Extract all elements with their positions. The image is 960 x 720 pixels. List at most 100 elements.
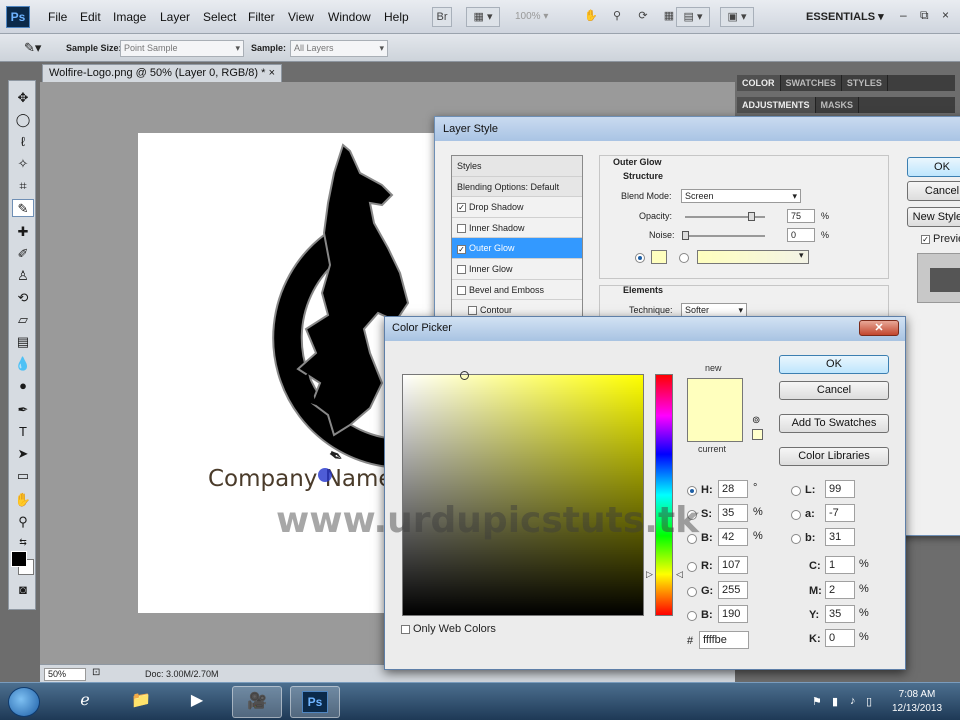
checkbox-icon[interactable]: ✓ [921,234,930,244]
magenta-input[interactable]: 2 [825,581,855,599]
yellow-input[interactable]: 35 [825,605,855,623]
lightness-input[interactable]: 99 [825,480,855,498]
style-item-inner-glow[interactable]: Inner Glow [452,258,582,280]
menu-view[interactable]: View [288,10,314,24]
eyedropper-tool-icon[interactable]: ✎ [12,199,34,217]
close-dialog-button[interactable]: ✕ [859,320,899,336]
clock[interactable]: 7:08 AM 12/13/2013 [883,688,951,716]
blur-tool-icon[interactable]: 💧 [12,355,34,373]
marquee-tool-icon[interactable]: ◯ [12,111,34,129]
arrange-documents-icon[interactable]: ▤ ▾ [676,7,710,27]
swap-colors-icon[interactable]: ⇆ [12,533,34,551]
shape-tool-icon[interactable]: ▭ [12,467,34,485]
sample-select[interactable]: All Layers ▾ [290,40,388,57]
noise-input[interactable]: 0 [787,228,815,242]
quick-mask-icon[interactable]: ◙ [12,581,34,599]
checkbox-icon[interactable] [457,285,466,295]
hue-slider[interactable] [655,374,673,616]
restore-button[interactable]: ⧉ [920,8,929,23]
cyan-input[interactable]: 1 [825,556,855,574]
blend-mode-select[interactable]: Screen ▾ [681,189,801,203]
gradient-radio[interactable] [679,253,689,263]
green-input[interactable]: 255 [718,581,748,599]
saturation-input[interactable]: 35 [718,504,748,522]
checkbox-icon[interactable]: ✓ [457,203,466,213]
style-item-inner-shadow[interactable]: Inner Shadow [452,217,582,239]
tab-color[interactable]: COLOR [737,75,781,91]
b-channel-radio[interactable] [791,534,801,544]
healing-brush-tool-icon[interactable]: ✚ [12,223,34,241]
history-brush-tool-icon[interactable]: ⟲ [12,289,34,307]
style-item-drop-shadow[interactable]: ✓ Drop Shadow [452,197,582,218]
menu-help[interactable]: Help [384,10,409,24]
red-input[interactable]: 107 [718,556,748,574]
clone-stamp-tool-icon[interactable]: ♙ [12,267,34,285]
path-selection-tool-icon[interactable]: ➤ [12,445,34,463]
lightness-radio[interactable] [791,486,801,496]
layer-style-ok-button[interactable]: OK [907,157,960,177]
green-radio[interactable] [687,587,697,597]
status-menu-icon[interactable]: ⊡ [92,667,100,678]
type-tool-icon[interactable]: T [12,423,34,441]
out-of-gamut-icon[interactable]: ⊚ [752,415,760,426]
opacity-input[interactable]: 75 [787,209,815,223]
hex-input[interactable]: ffffbe [699,631,749,649]
start-button[interactable] [8,687,40,717]
media-player-icon[interactable]: ▶ [172,686,222,718]
internet-explorer-icon[interactable]: ℯ [60,686,110,718]
brightness-input[interactable]: 42 [718,528,748,546]
hue-input[interactable]: 28 [718,480,748,498]
blending-options-item[interactable]: Blending Options: Default [452,176,582,198]
view-extras-icon[interactable]: ▦ ▾ [466,7,500,27]
technique-select[interactable]: Softer ▾ [681,303,747,317]
bridge-icon[interactable]: Br [432,7,452,27]
volume-icon[interactable]: ♪ [850,695,856,707]
checkbox-icon[interactable] [457,265,466,275]
menu-layer[interactable]: Layer [160,10,190,24]
layer-style-cancel-button[interactable]: Cancel [907,181,960,201]
zoom-combo[interactable]: 100% ▾ [509,8,563,26]
menu-image[interactable]: Image [113,10,146,24]
checkbox-icon[interactable]: ✓ [457,244,466,254]
menu-edit[interactable]: Edit [80,10,101,24]
sample-size-select[interactable]: Point Sample ▾ [120,40,244,57]
style-item-bevel-emboss[interactable]: Bevel and Emboss [452,279,582,301]
gradient-tool-icon[interactable]: ▤ [12,333,34,351]
checkbox-icon[interactable] [468,306,477,316]
eyedropper-preset-icon[interactable]: ✎▾ [24,40,41,56]
menu-window[interactable]: Window [328,10,371,24]
styles-header[interactable]: Styles [452,156,582,177]
tab-styles[interactable]: STYLES [842,75,888,91]
power-icon[interactable]: ▯ [866,695,872,708]
glow-gradient-swatch[interactable] [697,250,809,264]
photoshop-taskbar-icon[interactable]: Ps [290,686,340,718]
minimize-button[interactable]: – [900,8,907,22]
style-item-outer-glow[interactable]: ✓ Outer Glow [452,238,582,259]
close-tab-icon[interactable]: × [269,67,275,79]
eraser-tool-icon[interactable]: ▱ [12,311,34,329]
rotate-view-icon[interactable]: ⟳ [632,7,654,27]
menu-file[interactable]: File [48,10,67,24]
color-field-cursor[interactable] [460,371,469,380]
glow-color-swatch[interactable] [651,250,667,264]
foreground-color-swatch[interactable] [11,551,27,567]
lasso-tool-icon[interactable]: ℓ [12,133,34,151]
menu-select[interactable]: Select [203,10,236,24]
status-zoom-field[interactable]: 50% [44,668,86,681]
current-color-swatch[interactable] [687,410,743,442]
a-channel-radio[interactable] [791,510,801,520]
noise-slider-handle[interactable] [682,231,689,240]
move-tool-icon[interactable]: ✥ [12,89,34,107]
blue-radio[interactable] [687,611,697,621]
a-channel-input[interactable]: -7 [825,504,855,522]
color-radio[interactable] [635,253,645,263]
menu-filter[interactable]: Filter [248,10,275,24]
workspace-switcher[interactable]: ESSENTIALS ▾ [806,10,884,23]
b-channel-input[interactable]: 31 [825,528,855,546]
hand-icon[interactable]: ✋ [580,7,602,27]
file-explorer-icon[interactable]: 📁 [116,686,166,718]
close-button[interactable]: × [942,8,949,22]
pen-tool-icon[interactable]: ✒ [12,401,34,419]
zoom-tool-icon[interactable]: ⚲ [12,513,34,531]
color-libraries-button[interactable]: Color Libraries [779,447,889,466]
